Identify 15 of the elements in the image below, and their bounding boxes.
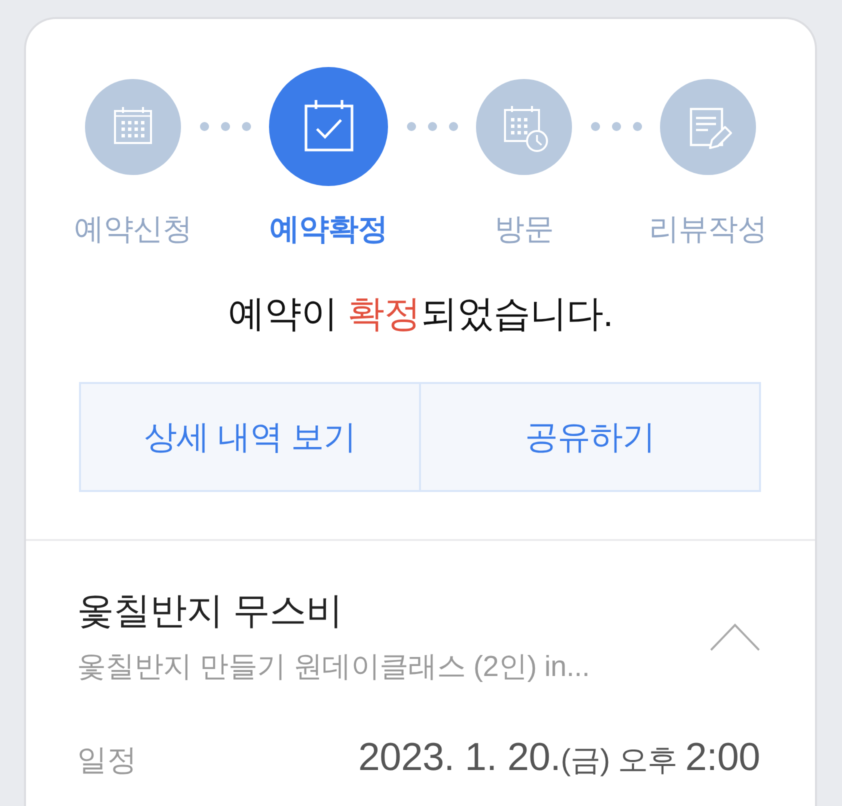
- chevron-up-icon[interactable]: [710, 622, 760, 650]
- product-title: 옻칠반지 무스비: [77, 589, 344, 633]
- dotted-connector: [406, 122, 458, 131]
- schedule-value: 2023. 1. 20.(금) 오후 2:00: [358, 735, 760, 781]
- step-label: 방문: [494, 212, 554, 248]
- step-label: 예약신청: [74, 212, 192, 248]
- product-subtitle: 옻칠반지 만들기 원데이클래스 (2인) in...: [77, 650, 590, 685]
- confirmation-message: 예약이 확정 되었습니다.: [228, 292, 613, 336]
- share-button[interactable]: 공유하기: [421, 382, 761, 492]
- dotted-connector: [590, 122, 642, 131]
- step-label: 예약확정: [270, 212, 388, 248]
- view-details-button[interactable]: 상세 내역 보기: [79, 382, 421, 492]
- dotted-connector: [200, 122, 250, 131]
- schedule-label: 일정: [77, 743, 137, 779]
- step-label: 리뷰작성: [649, 212, 767, 248]
